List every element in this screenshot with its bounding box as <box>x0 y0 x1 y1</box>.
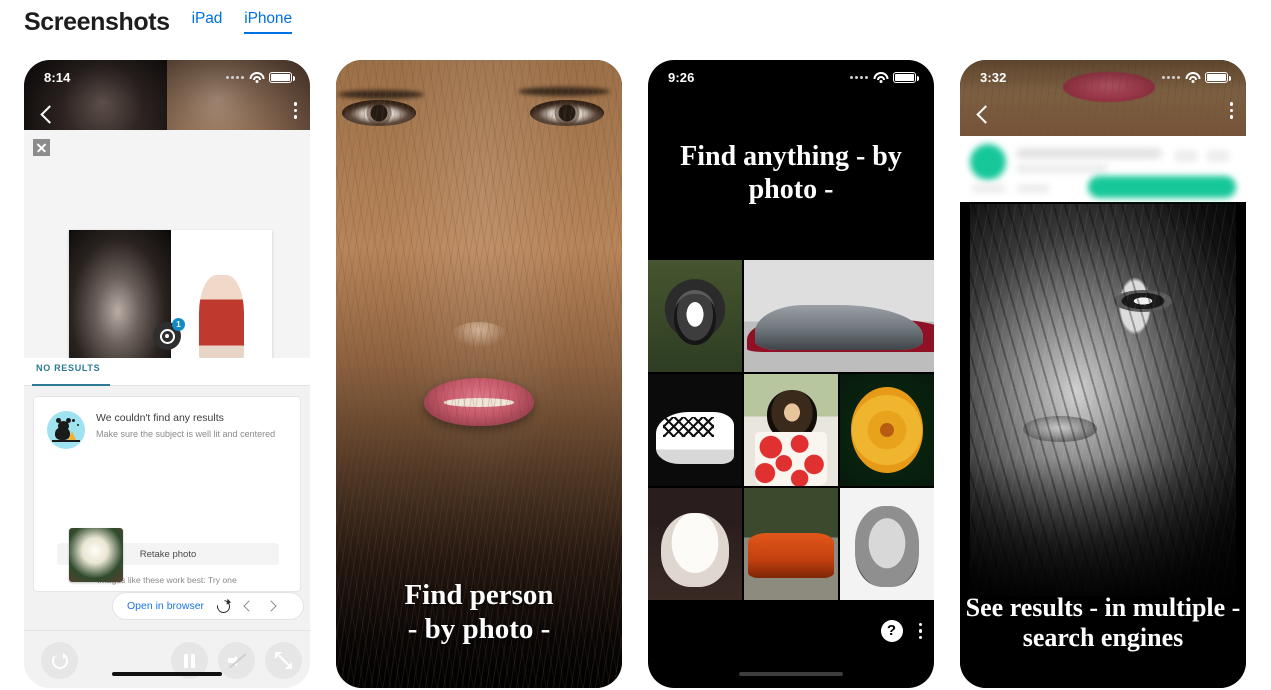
screenshot-strip: 8:14 1 NO RESUL <box>24 60 1246 688</box>
no-results-card-top: We couldn't find any results Make sure t… <box>34 397 300 449</box>
white-sneaker-photo[interactable] <box>648 374 742 486</box>
panda-illustration-icon <box>47 411 85 449</box>
white-rose-thumbnail[interactable] <box>69 528 123 582</box>
screenshot-see-results-screen[interactable]: 3:32 <box>960 60 1246 688</box>
kebab-menu-icon[interactable] <box>1230 102 1234 119</box>
mute-icon[interactable] <box>218 642 255 679</box>
tab-no-results[interactable]: NO RESULTS <box>36 363 100 373</box>
caption-line-1: See results <box>966 593 1083 622</box>
caption-line-3: search engines <box>1023 623 1184 652</box>
tab-underline <box>32 384 110 387</box>
refresh-icon[interactable] <box>216 599 230 613</box>
portrait-lips <box>424 378 534 426</box>
caption-line-1: Find person <box>404 579 553 611</box>
battery-icon <box>1205 72 1228 83</box>
silver-sports-car-photo[interactable] <box>744 260 934 372</box>
bottom-action-row: ? <box>881 620 923 642</box>
screenshot-no-results-screen[interactable]: 8:14 1 NO RESUL <box>24 60 310 688</box>
result-avatar <box>970 144 1006 180</box>
status-bar: 9:26 <box>648 60 934 94</box>
wifi-icon <box>249 72 264 83</box>
no-results-title: We couldn't find any results <box>96 412 287 425</box>
result-line-4 <box>1016 184 1050 193</box>
caption-line-2: - by photo - <box>336 612 622 646</box>
no-results-subtitle: Make sure the subject is well lit and ce… <box>96 429 287 441</box>
result-chip-1[interactable] <box>1174 150 1198 162</box>
wifi-icon <box>873 72 888 83</box>
status-time: 9:26 <box>668 70 694 85</box>
yellow-dahlia-flower-photo[interactable] <box>840 374 934 486</box>
signal-dots-icon <box>226 76 244 79</box>
white-kitten-photo[interactable] <box>648 488 742 600</box>
wifi-icon <box>1185 72 1200 83</box>
results-tabbar: NO RESULTS <box>24 358 310 386</box>
primary-action-bar[interactable] <box>1088 176 1236 198</box>
back-chevron-icon[interactable] <box>36 104 58 126</box>
find-person-caption: Find person - by photo - <box>336 578 622 646</box>
portrait-nose <box>451 322 507 348</box>
screenshots-gallery-page: Screenshots iPad iPhone 8:14 <box>0 0 1271 690</box>
husky-puppy-photo[interactable] <box>648 260 742 372</box>
status-icons <box>226 72 292 83</box>
result-chip-2[interactable] <box>1206 150 1230 162</box>
status-time: 8:14 <box>44 70 70 85</box>
kebab-menu-icon[interactable] <box>919 623 923 640</box>
tab-iphone[interactable]: iPhone <box>244 10 292 34</box>
puppy-in-polka-dot-cup-photo[interactable] <box>744 374 838 486</box>
open-in-browser-link[interactable]: Open in browser <box>127 600 204 612</box>
browser-action-bar: Open in browser <box>112 592 304 620</box>
lens-badge-count: 1 <box>172 318 185 331</box>
caption-line-1: Find anything <box>680 141 849 172</box>
screenshot-find-anything-screen[interactable]: 9:26 Find anything - by photo - <box>648 60 934 688</box>
expand-icon[interactable] <box>265 642 302 679</box>
result-line-3 <box>972 184 1006 193</box>
photo-collage-grid <box>648 260 934 600</box>
lens-scan-icon[interactable]: 1 <box>153 322 181 350</box>
query-photo-left <box>69 230 171 370</box>
chevron-left-icon[interactable] <box>242 600 254 612</box>
left-eye <box>342 100 416 126</box>
status-bar: 8:14 <box>24 60 310 94</box>
gallery-header: Screenshots iPad iPhone <box>24 10 292 35</box>
grayscale-dog-photo[interactable] <box>840 488 934 600</box>
right-eye <box>530 100 604 126</box>
orange-muscle-car-photo[interactable] <box>744 488 838 600</box>
home-indicator <box>739 672 843 677</box>
signal-dots-icon <box>850 76 868 79</box>
portrait-eyes <box>336 82 622 160</box>
battery-icon <box>269 72 292 83</box>
tab-ipad[interactable]: iPad <box>192 10 223 34</box>
page-title: Screenshots <box>24 10 170 35</box>
status-time: 3:32 <box>980 70 1006 85</box>
chevron-right-icon[interactable] <box>266 600 278 612</box>
result-line-1 <box>1016 148 1162 159</box>
device-tabs: iPad iPhone <box>192 10 292 35</box>
see-results-caption: See results - in multiple - search engin… <box>960 593 1246 654</box>
status-bar: 3:32 <box>960 60 1246 94</box>
result-line-2 <box>1016 164 1108 173</box>
blurred-result-panel <box>960 136 1246 202</box>
signal-dots-icon <box>1162 76 1180 79</box>
battery-icon <box>893 72 916 83</box>
find-anything-caption: Find anything - by photo - <box>648 140 934 206</box>
replay-icon[interactable] <box>41 642 78 679</box>
home-indicator <box>112 672 222 677</box>
caption-line-2: - in multiple - <box>1089 593 1240 622</box>
close-x-icon[interactable] <box>33 139 50 156</box>
status-icons <box>1162 72 1228 83</box>
back-chevron-icon[interactable] <box>972 104 994 126</box>
no-results-text: We couldn't find any results Make sure t… <box>96 411 287 449</box>
screenshot-find-person-screen[interactable]: Find person - by photo - <box>336 60 622 688</box>
help-icon[interactable]: ? <box>881 620 903 642</box>
video-control-bar <box>24 630 310 688</box>
kebab-menu-icon[interactable] <box>294 102 298 119</box>
status-icons <box>850 72 916 83</box>
query-photo-right <box>171 230 273 370</box>
